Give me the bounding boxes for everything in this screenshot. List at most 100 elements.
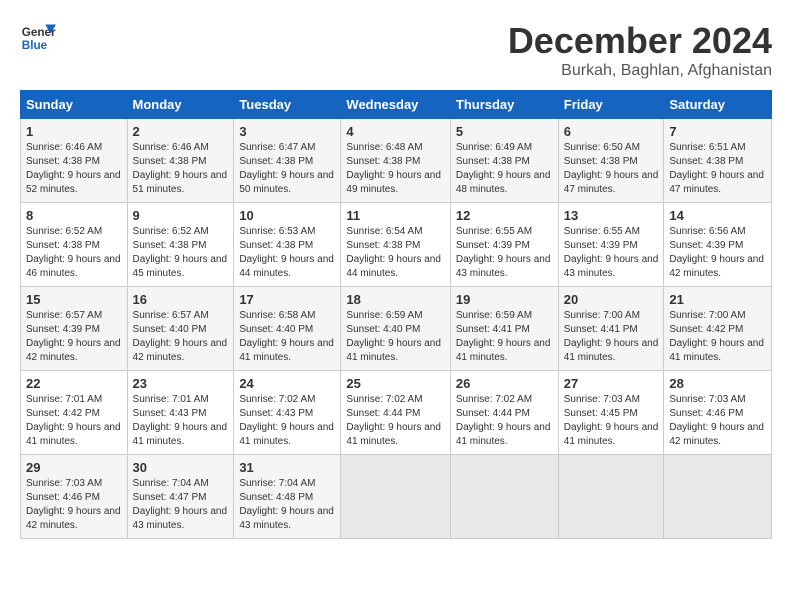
calendar-week-row: 1 Sunrise: 6:46 AMSunset: 4:38 PMDayligh… [21, 119, 772, 203]
calendar-cell: 6 Sunrise: 6:50 AMSunset: 4:38 PMDayligh… [558, 119, 664, 203]
day-info: Sunrise: 6:50 AMSunset: 4:38 PMDaylight:… [564, 142, 659, 195]
day-number: 14 [669, 208, 766, 223]
calendar-cell: 2 Sunrise: 6:46 AMSunset: 4:38 PMDayligh… [127, 119, 234, 203]
calendar-cell: 21 Sunrise: 7:00 AMSunset: 4:42 PMDaylig… [664, 287, 772, 371]
calendar-cell: 30 Sunrise: 7:04 AMSunset: 4:47 PMDaylig… [127, 455, 234, 539]
day-info: Sunrise: 6:48 AMSunset: 4:38 PMDaylight:… [346, 142, 441, 195]
logo: General Blue [20, 20, 56, 56]
month-title: December 2024 [508, 20, 772, 62]
day-number: 2 [133, 124, 229, 139]
day-number: 23 [133, 376, 229, 391]
day-number: 19 [456, 292, 553, 307]
day-number: 1 [26, 124, 122, 139]
header-friday: Friday [558, 91, 664, 119]
calendar-cell: 20 Sunrise: 7:00 AMSunset: 4:41 PMDaylig… [558, 287, 664, 371]
day-number: 27 [564, 376, 659, 391]
header-tuesday: Tuesday [234, 91, 341, 119]
day-number: 18 [346, 292, 444, 307]
day-info: Sunrise: 6:51 AMSunset: 4:38 PMDaylight:… [669, 142, 764, 195]
day-number: 22 [26, 376, 122, 391]
calendar-cell: 12 Sunrise: 6:55 AMSunset: 4:39 PMDaylig… [450, 203, 558, 287]
day-number: 11 [346, 208, 444, 223]
day-number: 15 [26, 292, 122, 307]
calendar-cell: 29 Sunrise: 7:03 AMSunset: 4:46 PMDaylig… [21, 455, 128, 539]
calendar-cell: 9 Sunrise: 6:52 AMSunset: 4:38 PMDayligh… [127, 203, 234, 287]
day-info: Sunrise: 7:00 AMSunset: 4:41 PMDaylight:… [564, 310, 659, 363]
day-info: Sunrise: 7:03 AMSunset: 4:46 PMDaylight:… [26, 478, 121, 531]
calendar-cell: 28 Sunrise: 7:03 AMSunset: 4:46 PMDaylig… [664, 371, 772, 455]
calendar-cell: 5 Sunrise: 6:49 AMSunset: 4:38 PMDayligh… [450, 119, 558, 203]
day-number: 16 [133, 292, 229, 307]
calendar-cell: 3 Sunrise: 6:47 AMSunset: 4:38 PMDayligh… [234, 119, 341, 203]
calendar-cell: 15 Sunrise: 6:57 AMSunset: 4:39 PMDaylig… [21, 287, 128, 371]
day-number: 5 [456, 124, 553, 139]
day-number: 29 [26, 460, 122, 475]
calendar-cell: 22 Sunrise: 7:01 AMSunset: 4:42 PMDaylig… [21, 371, 128, 455]
calendar-cell: 16 Sunrise: 6:57 AMSunset: 4:40 PMDaylig… [127, 287, 234, 371]
day-number: 24 [239, 376, 335, 391]
day-number: 7 [669, 124, 766, 139]
page-header: General Blue December 2024 Burkah, Baghl… [20, 20, 772, 80]
day-info: Sunrise: 6:49 AMSunset: 4:38 PMDaylight:… [456, 142, 551, 195]
calendar-cell: 26 Sunrise: 7:02 AMSunset: 4:44 PMDaylig… [450, 371, 558, 455]
day-number: 8 [26, 208, 122, 223]
day-number: 31 [239, 460, 335, 475]
day-info: Sunrise: 7:03 AMSunset: 4:45 PMDaylight:… [564, 394, 659, 447]
day-info: Sunrise: 6:46 AMSunset: 4:38 PMDaylight:… [133, 142, 228, 195]
day-info: Sunrise: 6:57 AMSunset: 4:40 PMDaylight:… [133, 310, 228, 363]
calendar-week-row: 8 Sunrise: 6:52 AMSunset: 4:38 PMDayligh… [21, 203, 772, 287]
header-saturday: Saturday [664, 91, 772, 119]
day-info: Sunrise: 7:01 AMSunset: 4:43 PMDaylight:… [133, 394, 228, 447]
calendar-cell [341, 455, 450, 539]
calendar-cell: 8 Sunrise: 6:52 AMSunset: 4:38 PMDayligh… [21, 203, 128, 287]
day-info: Sunrise: 7:00 AMSunset: 4:42 PMDaylight:… [669, 310, 764, 363]
day-info: Sunrise: 7:01 AMSunset: 4:42 PMDaylight:… [26, 394, 121, 447]
day-info: Sunrise: 7:03 AMSunset: 4:46 PMDaylight:… [669, 394, 764, 447]
location-title: Burkah, Baghlan, Afghanistan [508, 62, 772, 80]
day-number: 6 [564, 124, 659, 139]
day-info: Sunrise: 6:46 AMSunset: 4:38 PMDaylight:… [26, 142, 121, 195]
svg-text:Blue: Blue [22, 39, 48, 52]
day-number: 28 [669, 376, 766, 391]
calendar-cell: 17 Sunrise: 6:58 AMSunset: 4:40 PMDaylig… [234, 287, 341, 371]
calendar-body: 1 Sunrise: 6:46 AMSunset: 4:38 PMDayligh… [21, 119, 772, 539]
day-info: Sunrise: 7:02 AMSunset: 4:44 PMDaylight:… [456, 394, 551, 447]
day-info: Sunrise: 6:56 AMSunset: 4:39 PMDaylight:… [669, 226, 764, 279]
day-number: 9 [133, 208, 229, 223]
calendar-cell: 27 Sunrise: 7:03 AMSunset: 4:45 PMDaylig… [558, 371, 664, 455]
calendar-cell: 13 Sunrise: 6:55 AMSunset: 4:39 PMDaylig… [558, 203, 664, 287]
day-info: Sunrise: 6:55 AMSunset: 4:39 PMDaylight:… [564, 226, 659, 279]
header-thursday: Thursday [450, 91, 558, 119]
calendar-table: SundayMondayTuesdayWednesdayThursdayFrid… [20, 90, 772, 539]
calendar-cell: 7 Sunrise: 6:51 AMSunset: 4:38 PMDayligh… [664, 119, 772, 203]
calendar-week-row: 15 Sunrise: 6:57 AMSunset: 4:39 PMDaylig… [21, 287, 772, 371]
day-info: Sunrise: 6:52 AMSunset: 4:38 PMDaylight:… [26, 226, 121, 279]
header-monday: Monday [127, 91, 234, 119]
day-info: Sunrise: 7:04 AMSunset: 4:47 PMDaylight:… [133, 478, 228, 531]
calendar-cell: 19 Sunrise: 6:59 AMSunset: 4:41 PMDaylig… [450, 287, 558, 371]
day-number: 20 [564, 292, 659, 307]
day-number: 30 [133, 460, 229, 475]
day-info: Sunrise: 6:52 AMSunset: 4:38 PMDaylight:… [133, 226, 228, 279]
calendar-cell: 11 Sunrise: 6:54 AMSunset: 4:38 PMDaylig… [341, 203, 450, 287]
calendar-cell: 25 Sunrise: 7:02 AMSunset: 4:44 PMDaylig… [341, 371, 450, 455]
calendar-cell: 14 Sunrise: 6:56 AMSunset: 4:39 PMDaylig… [664, 203, 772, 287]
day-number: 17 [239, 292, 335, 307]
logo-icon: General Blue [20, 20, 56, 56]
calendar-cell: 10 Sunrise: 6:53 AMSunset: 4:38 PMDaylig… [234, 203, 341, 287]
day-info: Sunrise: 6:57 AMSunset: 4:39 PMDaylight:… [26, 310, 121, 363]
day-info: Sunrise: 7:04 AMSunset: 4:48 PMDaylight:… [239, 478, 334, 531]
calendar-cell: 18 Sunrise: 6:59 AMSunset: 4:40 PMDaylig… [341, 287, 450, 371]
title-block: December 2024 Burkah, Baghlan, Afghanist… [508, 20, 772, 80]
calendar-cell: 23 Sunrise: 7:01 AMSunset: 4:43 PMDaylig… [127, 371, 234, 455]
day-info: Sunrise: 6:59 AMSunset: 4:40 PMDaylight:… [346, 310, 441, 363]
calendar-cell [450, 455, 558, 539]
day-number: 25 [346, 376, 444, 391]
day-info: Sunrise: 6:58 AMSunset: 4:40 PMDaylight:… [239, 310, 334, 363]
calendar-week-row: 29 Sunrise: 7:03 AMSunset: 4:46 PMDaylig… [21, 455, 772, 539]
day-info: Sunrise: 6:55 AMSunset: 4:39 PMDaylight:… [456, 226, 551, 279]
day-number: 3 [239, 124, 335, 139]
day-info: Sunrise: 7:02 AMSunset: 4:43 PMDaylight:… [239, 394, 334, 447]
calendar-cell: 4 Sunrise: 6:48 AMSunset: 4:38 PMDayligh… [341, 119, 450, 203]
day-info: Sunrise: 6:47 AMSunset: 4:38 PMDaylight:… [239, 142, 334, 195]
